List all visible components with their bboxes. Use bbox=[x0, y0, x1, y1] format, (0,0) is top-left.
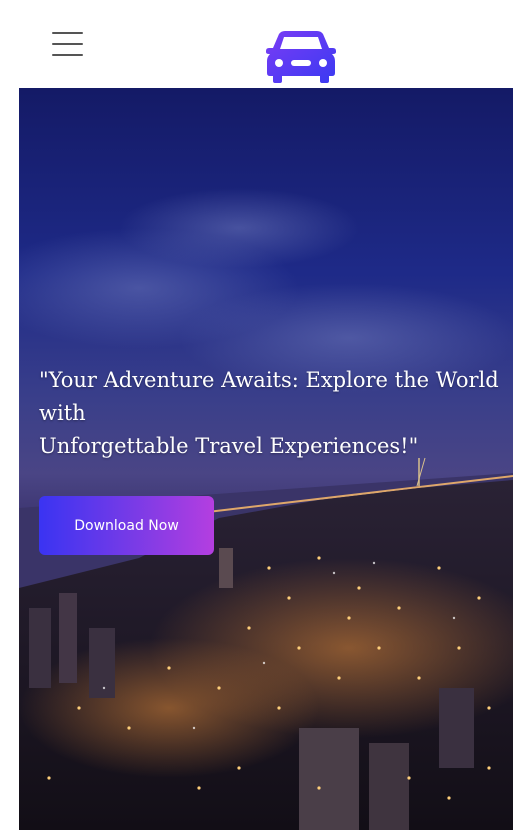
tagline-line-3: Unforgettable Travel Experiences!" bbox=[39, 434, 419, 458]
hero-tagline: "Your Adventure Awaits: Explore the Worl… bbox=[39, 364, 509, 463]
download-now-button[interactable]: Download Now bbox=[39, 496, 214, 555]
tagline-line-2: with bbox=[39, 401, 86, 425]
top-navigation-bar bbox=[0, 0, 532, 88]
car-icon[interactable] bbox=[265, 30, 337, 84]
hero-banner: "Your Adventure Awaits: Explore the Worl… bbox=[19, 88, 513, 830]
hamburger-menu-icon[interactable] bbox=[52, 30, 83, 57]
tagline-line-1: "Your Adventure Awaits: Explore the Worl… bbox=[39, 368, 499, 392]
